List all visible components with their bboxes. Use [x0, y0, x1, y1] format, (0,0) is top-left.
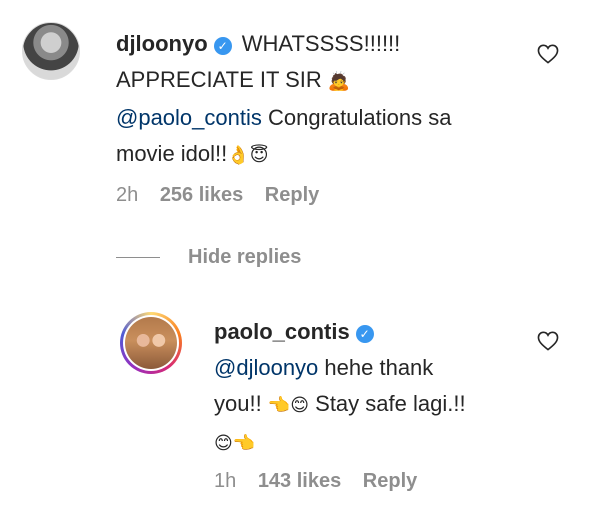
divider-line [116, 257, 160, 259]
avatar-paolo-contis[interactable] [120, 312, 182, 374]
like-heart-icon[interactable] [537, 331, 559, 351]
smile-emoji-icon: 😊 [290, 395, 310, 416]
point-left-emoji-icon: 👈 [232, 433, 256, 454]
comment-line3: Congratulations sa [268, 105, 452, 130]
comment-line2: APPRECIATE IT SIR [116, 67, 322, 92]
comment-mention[interactable]: @paolo_contis [116, 105, 262, 130]
hide-replies-button[interactable]: Hide replies [116, 246, 301, 269]
reply-time: 1h [214, 470, 237, 492]
reply-body: paolo_contis ✓ @djloonyo hehe thank you!!… [214, 314, 514, 462]
comment-meta: 2h 256 likes Reply [116, 184, 335, 207]
reply-text2a: you!! [214, 391, 262, 416]
reply-mention[interactable]: @djloonyo [214, 355, 318, 380]
profile-photo [125, 317, 177, 369]
smile-emoji-icon: 😊 [214, 433, 233, 454]
reply-meta: 1h 143 likes Reply [214, 470, 433, 493]
bow-emoji-icon: 🙇 [327, 71, 351, 92]
reply-text1: hehe thank [324, 355, 434, 380]
verified-badge-icon: ✓ [355, 325, 374, 343]
comment-body: djloonyo ✓ WHATSSSS!!!!!! APPRECIATE IT S… [116, 26, 536, 174]
ok-hand-emoji-icon: 👌 [227, 145, 250, 166]
reply-username[interactable]: paolo_contis [214, 319, 350, 344]
comment-line1: WHATSSSS!!!!!! [241, 31, 401, 56]
reply-text2b: Stay safe lagi.!! [315, 391, 466, 416]
like-heart-icon[interactable] [537, 44, 559, 64]
avatar-djloonyo[interactable] [22, 22, 80, 80]
hide-replies-label: Hide replies [188, 246, 302, 268]
angel-emoji-icon: 😇 [249, 145, 269, 166]
reply-likes[interactable]: 143 likes [258, 470, 341, 492]
reply-reply-button[interactable]: Reply [363, 470, 417, 492]
comment-line4: movie idol!! [116, 141, 228, 166]
comment-reply-button[interactable]: Reply [265, 184, 319, 206]
comment-likes[interactable]: 256 likes [160, 184, 243, 206]
point-left-emoji-icon: 👈 [267, 395, 291, 416]
comment-time: 2h [116, 184, 139, 206]
verified-badge-icon: ✓ [213, 37, 232, 55]
comment-username[interactable]: djloonyo [116, 31, 208, 56]
